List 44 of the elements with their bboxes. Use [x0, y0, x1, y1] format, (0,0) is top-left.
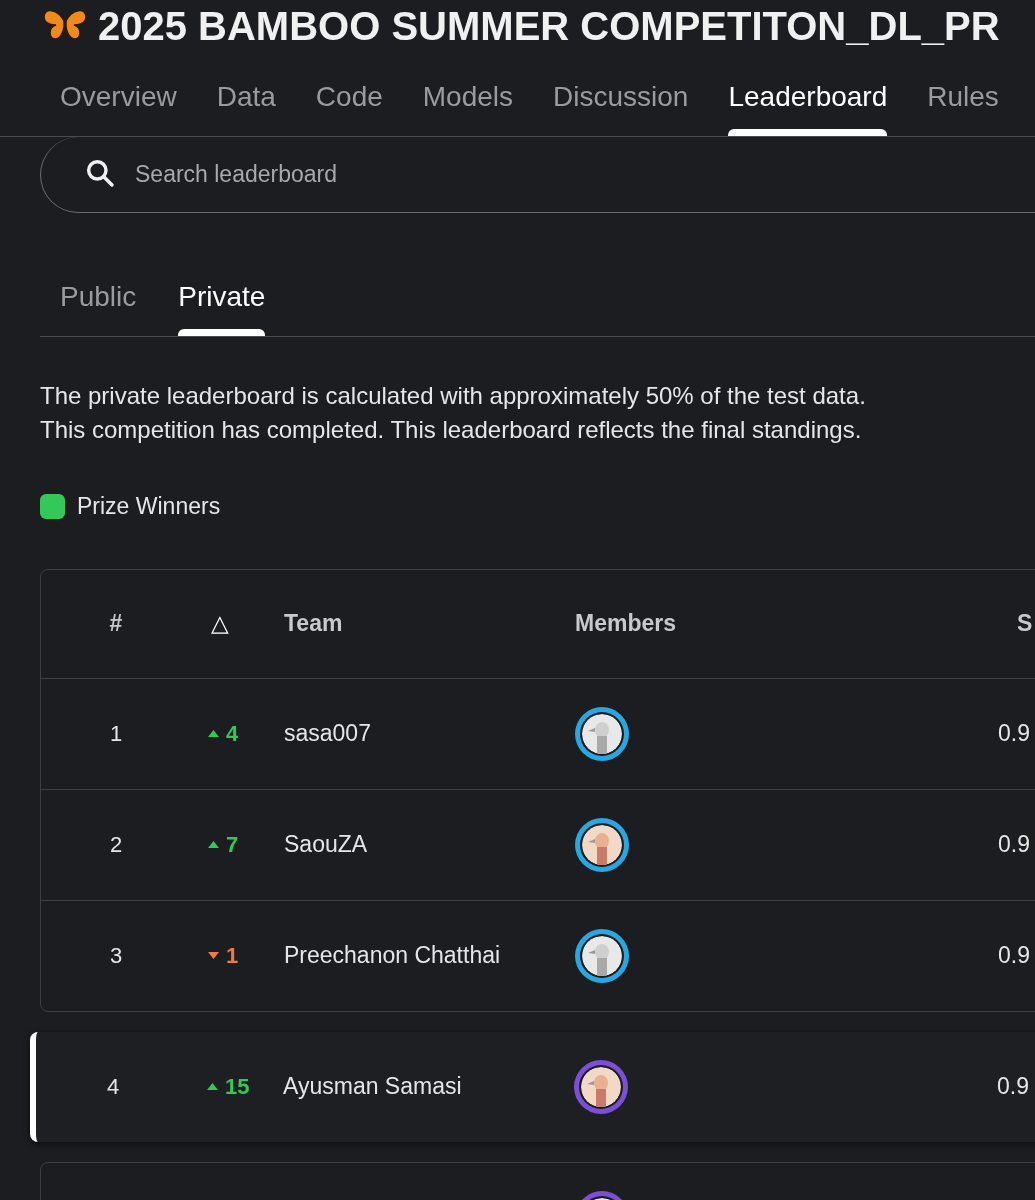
nav-tab[interactable]: Leaderboard [728, 52, 888, 136]
column-header: Members [574, 609, 677, 639]
nav-tab[interactable]: Models [422, 52, 514, 136]
score-value: 0.9 [997, 1072, 1029, 1102]
score-value: 0.9 [998, 719, 1030, 749]
rank-number: 3 [109, 942, 123, 970]
rank-change: 7 [208, 828, 239, 861]
rank-number: 2 [109, 831, 123, 859]
score-value: 0.9 [998, 830, 1030, 860]
rank-change: 4 [208, 717, 239, 750]
competition-title: 2025 BAMBOO SUMMER COMPETITON_DL_PR [98, 3, 1000, 50]
rank-number: 1 [109, 720, 123, 748]
caret-up-icon [207, 1083, 218, 1090]
nav-tab[interactable]: Rules [927, 52, 999, 136]
caret-down-icon [208, 952, 219, 959]
nav-tab[interactable]: Discussion [553, 52, 689, 136]
caret-up-icon [208, 841, 219, 848]
nav-tab[interactable]: Code [315, 52, 383, 136]
butterfly-icon [42, 9, 88, 43]
description-text: The private leaderboard is calculated with approximately 50% of the test data. [40, 381, 867, 411]
column-header: S [1016, 609, 1034, 639]
caret-up-icon [208, 730, 219, 737]
rank-change: 15 [207, 1070, 250, 1103]
team-name[interactable]: sasa007 [271, 716, 561, 751]
member-avatar[interactable] [575, 817, 629, 872]
scope-tab[interactable]: Private [178, 260, 266, 336]
member-avatar[interactable] [574, 1059, 628, 1114]
column-header: # [109, 609, 123, 639]
team-name[interactable]: SaouZA [271, 827, 561, 862]
search-icon [84, 157, 116, 189]
description-text: This competition has completed. This leaderboard reflects the final standings. [40, 415, 863, 445]
scope-tab[interactable]: Public [60, 260, 137, 336]
member-avatar[interactable] [575, 706, 629, 761]
score-value: 0.9 [998, 941, 1030, 971]
nav-tab[interactable]: Overview [60, 52, 177, 136]
team-name[interactable]: Preechanon Chatthai [271, 938, 561, 973]
rank-change: 1 [208, 939, 239, 972]
column-header: △ [211, 609, 230, 639]
member-avatar[interactable] [575, 928, 629, 983]
nav-tab[interactable]: Data [216, 52, 276, 136]
team-name[interactable]: Ayusman Samasi [270, 1069, 560, 1104]
rank-number: 4 [106, 1073, 120, 1101]
column-header: Team [283, 609, 344, 639]
legend-label: Prize Winners [77, 492, 221, 521]
